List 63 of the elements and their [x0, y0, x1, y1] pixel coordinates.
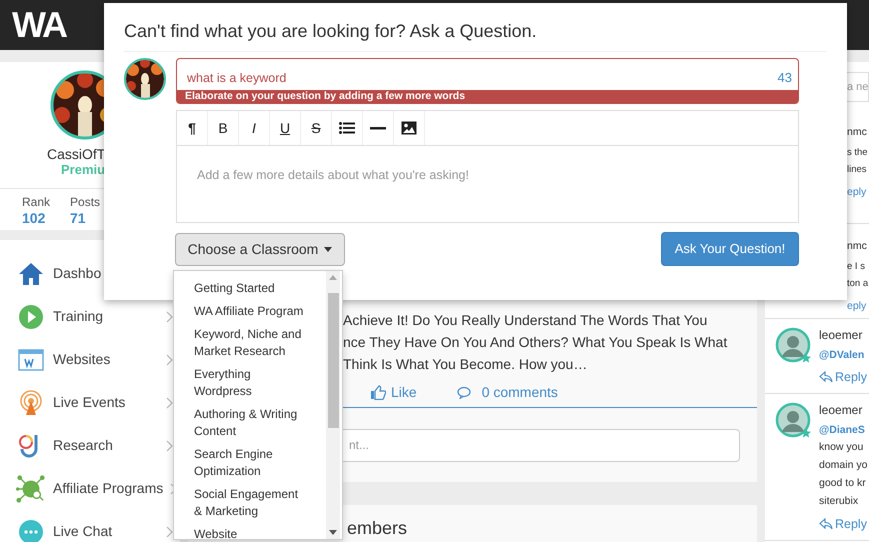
section-title: embers — [347, 518, 408, 538]
user-name: CassiOfT — [47, 146, 106, 162]
mention-link[interactable]: @DValen — [819, 347, 867, 363]
comment-author: leoemer — [819, 402, 864, 418]
membership-label: Premiu — [61, 162, 106, 178]
sidebar-link[interactable]: Live Chat — [53, 521, 159, 542]
menu-item[interactable]: Authoring & Writing Content — [194, 403, 308, 443]
post-text: Think Is What You Become. How you… — [343, 355, 588, 374]
post-text: nce They Have On You And Others? What You Speak Is What — [343, 333, 728, 352]
error-message: Elaborate on your question by adding a few more words — [177, 90, 798, 103]
scroll-down-icon[interactable] — [329, 530, 337, 535]
menu-item[interactable]: Keyword, Niche and Market Research — [194, 323, 308, 363]
comment-text: domain yo — [819, 458, 868, 473]
scrollbar[interactable] — [326, 271, 340, 539]
horizontal-rule-icon — [370, 126, 386, 130]
sidebar-link[interactable]: Live Events — [53, 392, 159, 413]
character-counter: 43 — [778, 70, 792, 86]
post-text: Achieve It! Do You Really Understand The Words That You — [343, 311, 708, 330]
reply-link[interactable]: eply — [847, 298, 869, 314]
comment-text: lines — [847, 163, 868, 177]
submit-button[interactable]: Ask Your Question! — [661, 232, 799, 266]
network-icon — [16, 472, 46, 504]
comment-text: siterubix — [819, 494, 860, 509]
reply-icon — [819, 371, 833, 383]
stat-value: 71 — [70, 209, 87, 227]
menu-item[interactable]: Getting Started — [194, 277, 308, 300]
menu-item[interactable]: WA Affiliate Program — [194, 300, 308, 323]
classroom-dropdown[interactable]: Choose a Classroom — [175, 233, 345, 266]
stat-label: Posts — [70, 195, 100, 209]
question-field[interactable]: what is a keyword 43 Elaborate on your question by adding a few more words — [176, 58, 799, 104]
comment-text: good to kr — [819, 476, 867, 491]
menu-item[interactable]: Everything Wordpress — [194, 363, 308, 403]
reply-link[interactable]: Reply — [819, 369, 867, 385]
stat-label: Rank — [22, 195, 50, 209]
play-icon — [16, 304, 46, 330]
menu-item[interactable]: Website — [194, 523, 308, 539]
comment-text: s the — [847, 146, 869, 160]
comment-author: nmc — [847, 125, 868, 140]
logo[interactable]: WA — [12, 7, 66, 43]
reply-link[interactable]: Reply — [819, 516, 868, 532]
sidebar-link[interactable]: Research — [53, 435, 159, 456]
avatar — [775, 327, 813, 365]
speech-bubble-icon — [456, 386, 471, 398]
reply-link[interactable]: eply — [847, 184, 869, 200]
comment-author: nmc — [847, 239, 868, 254]
comment-author: leoemer — [819, 327, 864, 343]
sidebar-link[interactable]: Affiliate Programs — [53, 478, 164, 499]
comment-text: know you — [819, 440, 864, 455]
comment-text: e I s — [847, 260, 866, 274]
sidebar-link[interactable]: Websites — [53, 349, 159, 370]
stat-value: 102 — [22, 209, 46, 227]
thumbs-up-icon — [370, 384, 386, 400]
image-icon — [401, 121, 417, 135]
mention-link[interactable]: @DianeS — [819, 422, 868, 438]
menu-item[interactable]: Search Engine Optimization — [194, 443, 308, 483]
menu-item[interactable]: Social Engagement & Marketing — [194, 483, 308, 523]
list-icon — [339, 122, 355, 134]
avatar — [775, 402, 813, 440]
reply-icon — [819, 518, 833, 530]
comment-text: ton a — [847, 277, 869, 291]
dialog-title: Can't find what you are looking for? Ask a Question. — [124, 17, 826, 52]
sidebar-link[interactable]: Training — [53, 306, 159, 327]
browser-window-icon — [16, 348, 46, 370]
